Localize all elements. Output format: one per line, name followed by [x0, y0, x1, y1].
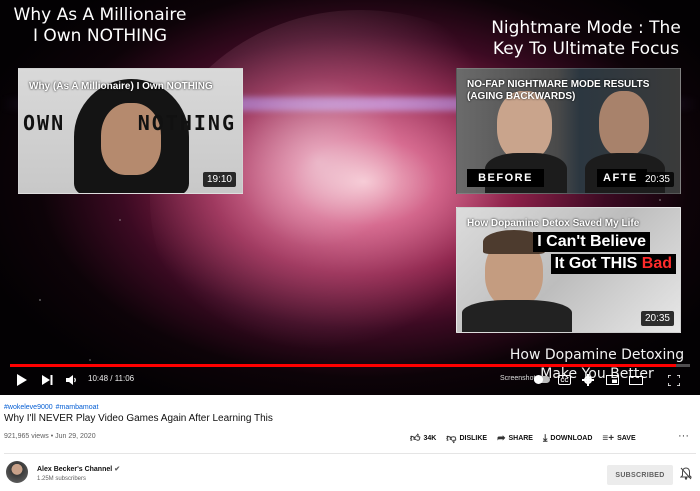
play-icon-glyph — [16, 374, 27, 386]
like-count: 34K — [423, 434, 437, 442]
end-card-title: How Dopamine Detox Saved My Life — [467, 218, 640, 229]
thumbnail-caption-red: Bad — [641, 255, 672, 272]
end-card-title: NO-FAP NIGHTMARE MODE RESULTS (AGING BAC… — [467, 79, 650, 102]
bell-icon-glyph — [679, 467, 693, 480]
hashtag-link[interactable]: #wokeleve9000 — [4, 404, 53, 411]
subtitles-icon[interactable]: CC — [556, 370, 572, 390]
thumbs-down-icon: 👎︎ — [446, 433, 457, 444]
avatar[interactable] — [6, 461, 28, 483]
like-button[interactable]: 👍︎ 34K — [410, 432, 436, 444]
end-card-duration: 20:35 — [640, 311, 674, 326]
download-icon: ⤓ — [542, 432, 548, 444]
view-count: 921,965 views — [4, 433, 49, 440]
save-label: SAVE — [617, 434, 636, 442]
fullscreen-icon-glyph — [668, 374, 680, 386]
end-card-duration: 20:35 — [640, 172, 674, 187]
share-button[interactable]: ➦ SHARE — [497, 433, 533, 444]
more-actions-icon[interactable]: ··· — [678, 430, 689, 442]
overlay-line: Nightmare Mode : The — [491, 18, 681, 38]
dislike-button[interactable]: 👎︎ DISLIKE — [446, 432, 487, 444]
after-label: AFTE — [597, 169, 647, 187]
end-card-video[interactable]: OWN NOTHING Why (As A Millionaire) I Own… — [18, 68, 243, 194]
player-controls: 10:48 / 11:06 Screenshot CC — [0, 368, 700, 392]
settings-icon-glyph — [582, 374, 594, 386]
share-icon: ➦ — [497, 432, 506, 444]
next-icon-glyph — [41, 375, 52, 385]
video-player[interactable]: Why As A Millionaire I Own NOTHING Night… — [0, 0, 700, 395]
overlay-title-top-left: Why As A Millionaire I Own NOTHING — [10, 5, 190, 47]
subscribed-button[interactable]: SUBSCRIBED — [607, 465, 673, 485]
overlay-line: How Dopamine Detoxing — [509, 347, 685, 363]
thumbnail-caption: I Can't Believe — [533, 232, 650, 252]
end-card-duration: 19:10 — [202, 172, 236, 187]
channel-name-text: Alex Becker's Channel — [37, 466, 113, 473]
overlay-line: Why As A Millionaire — [13, 5, 187, 25]
overlay-title-top-right: Nightmare Mode : The Key To Ultimate Foc… — [486, 18, 686, 60]
subtitles-icon-glyph: CC — [557, 375, 571, 385]
notification-bell-icon[interactable] — [679, 467, 693, 483]
thumbnail-shirt — [462, 300, 572, 332]
end-card-video[interactable]: How Dopamine Detox Saved My Life I Can't… — [456, 207, 681, 333]
end-card-video[interactable]: NO-FAP NIGHTMARE MODE RESULTS (AGING BAC… — [456, 68, 681, 194]
share-label: SHARE — [508, 434, 533, 442]
miniplayer-icon[interactable] — [604, 370, 620, 390]
download-button[interactable]: ⤓ DOWNLOAD — [543, 433, 592, 444]
youtube-watch-page: Why As A Millionaire I Own NOTHING Night… — [0, 0, 700, 491]
video-title: Why I'll NEVER Play Video Games Again Af… — [4, 413, 273, 424]
thumbnail-caption-text: It Got THIS — [554, 255, 638, 272]
divider — [4, 453, 696, 454]
save-button[interactable]: ≡+ SAVE — [602, 433, 635, 444]
playlist-add-icon: ≡+ — [602, 432, 615, 444]
channel-name[interactable]: Alex Becker's Channel ✔ — [37, 465, 120, 473]
subscriber-count: 1.25M subscribers — [37, 476, 87, 482]
action-bar: 👍︎ 34K 👎︎ DISLIKE ➦ SHARE ⤓ DOWNLOAD ≡+ SAVE — [410, 430, 646, 446]
verified-icon: ✔ — [114, 466, 121, 473]
next-icon[interactable] — [38, 370, 56, 390]
fullscreen-icon[interactable] — [666, 370, 682, 390]
before-label: BEFORE — [467, 169, 544, 187]
upload-date: Jun 29, 2020 — [55, 433, 96, 440]
progress-bar[interactable] — [10, 364, 690, 367]
time-display: 10:48 / 11:06 — [88, 374, 135, 383]
overlay-line: Key To Ultimate Focus — [492, 39, 680, 59]
hashtags: #wokeleve9000 #mambamoat — [4, 404, 101, 411]
overlay-line: I Own NOTHING — [32, 26, 168, 46]
thumbs-up-icon: 👍︎ — [410, 433, 421, 444]
volume-icon-glyph — [66, 375, 76, 385]
progress-fill — [10, 364, 677, 367]
dislike-label: DISLIKE — [459, 434, 488, 442]
theater-icon[interactable] — [628, 370, 644, 390]
volume-icon[interactable] — [63, 370, 81, 390]
thumbnail-word: NOTHING — [137, 111, 236, 135]
thumbnail-word: OWN — [23, 111, 66, 135]
download-label: DOWNLOAD — [550, 434, 593, 442]
svg-text:CC: CC — [560, 378, 568, 384]
settings-icon[interactable] — [580, 370, 596, 390]
thumbnail-caption: It Got THIS Bad — [550, 254, 676, 274]
play-icon[interactable] — [12, 370, 30, 390]
autoplay-toggle[interactable] — [534, 375, 550, 384]
miniplayer-icon-glyph — [605, 375, 619, 385]
screenshot-label: Screenshot — [500, 375, 536, 382]
hashtag-link[interactable]: #mambamoat — [56, 404, 99, 411]
theater-icon-glyph — [629, 375, 643, 385]
end-card-title: Why (As A Millionaire) I Own NOTHING — [29, 81, 213, 92]
video-meta: 921,965 views • Jun 29, 2020 — [4, 433, 96, 440]
